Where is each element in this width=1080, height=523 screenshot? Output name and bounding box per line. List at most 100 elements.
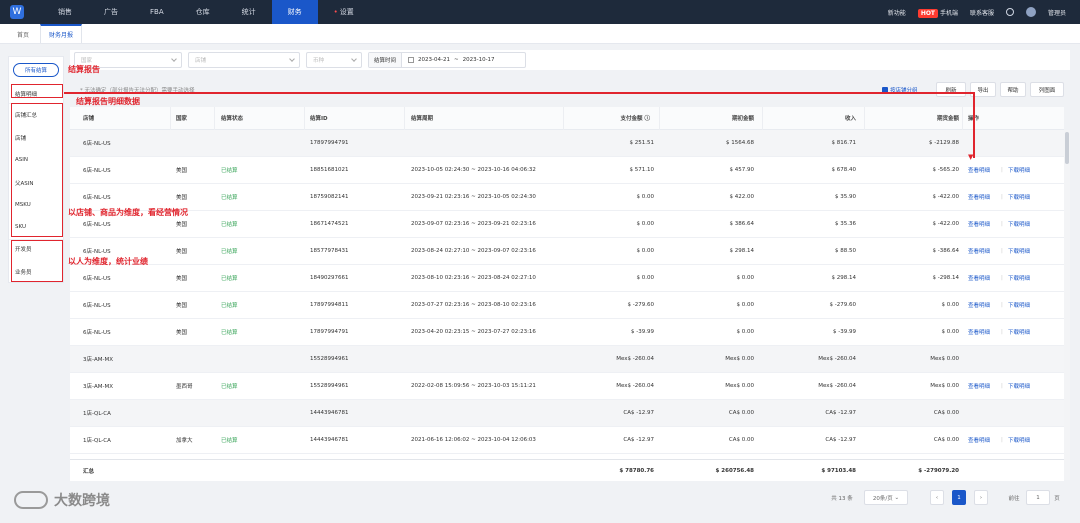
nav-item-finance[interactable]: 财务 <box>271 0 318 24</box>
scrollbar-thumb[interactable] <box>1065 132 1069 164</box>
cell-opening: $ 457.90 <box>729 167 755 173</box>
nav-item-ads[interactable]: 广告 <box>88 0 134 24</box>
menu-all-settlements[interactable]: 所有结算 <box>13 63 59 77</box>
view-detail-link[interactable]: 查看明细 <box>968 427 990 453</box>
annotation-people-dimension: 以人为维度，统计业绩 <box>68 257 148 266</box>
cell-income: Mex$ -260.04 <box>818 356 856 362</box>
table-row[interactable]: 1店-QL-CA 加拿大 已结算 14443946781 2021-06-16 12:0… <box>70 427 1064 454</box>
settlement-date-range[interactable]: 结算时间 2023-04-21 ~ 2023-10-17 <box>368 52 526 68</box>
cell-opening: $ 0.00 <box>736 275 755 281</box>
col-header-store[interactable]: 店铺 <box>83 107 94 129</box>
date-start[interactable]: 2023-04-21 <box>418 57 450 63</box>
goto-page-input[interactable]: 1 <box>1026 490 1050 505</box>
action-divider: | <box>1001 167 1003 173</box>
table-row[interactable]: 6店-NL-US 美国 已结算 18490297661 2023-08-10 02:23… <box>70 265 1064 292</box>
download-detail-link[interactable]: 下载明细 <box>1008 427 1030 453</box>
cell-income: CA$ -12.97 <box>825 437 856 443</box>
prev-page-button[interactable]: ‹ <box>930 490 944 505</box>
page-tabs: 首页 财务月报 <box>0 24 1080 44</box>
nav-item-stats[interactable]: 统计 <box>226 0 272 24</box>
cell-country: 美国 <box>176 276 188 282</box>
col-header-pay[interactable]: 支付金额 ⓘ <box>564 107 650 129</box>
cell-future: $ 0.00 <box>941 329 960 335</box>
download-detail-link[interactable]: 下载明细 <box>1008 157 1030 183</box>
cell-store: 6店-NL-US <box>83 276 111 282</box>
mobile-link[interactable]: HOT 手机端 <box>917 8 958 18</box>
currency-select[interactable]: 币种 <box>306 52 362 68</box>
view-detail-link[interactable]: 查看明细 <box>968 319 990 345</box>
table-row[interactable]: 3店-AM-MX 墨西哥 已结算 15528994961 2022-02-08 15:0… <box>70 373 1064 400</box>
cell-pay: $ 0.00 <box>636 275 655 281</box>
annotation-detail-data: 结算报告明细数据 <box>76 97 140 106</box>
cell-status: 已结算 <box>221 249 238 255</box>
cell-income: $ 88.50 <box>835 248 856 254</box>
table-row[interactable]: 6店-NL-US 美国 已结算 18759082141 2023-09-21 02:23… <box>70 184 1064 211</box>
view-detail-link[interactable]: 查看明细 <box>968 292 990 318</box>
date-end[interactable]: 2023-10-17 <box>463 57 495 63</box>
view-detail-link[interactable]: 查看明细 <box>968 373 990 399</box>
bell-icon[interactable] <box>1005 8 1014 16</box>
annotation-arrow-icon: ▼ <box>968 153 974 161</box>
table-row[interactable]: 6店-NL-US 美国 已结算 17897994811 2023-07-27 02:23… <box>70 292 1064 319</box>
col-header-country[interactable]: 国家 <box>176 107 187 129</box>
col-header-future[interactable]: 期货金额 <box>865 107 959 129</box>
download-detail-link[interactable]: 下载明细 <box>1008 211 1030 237</box>
table-row[interactable]: 6店-NL-US 美国 已结算 17897994791 2023-04-20 02:23… <box>70 319 1064 346</box>
col-header-status[interactable]: 结算状态 <box>221 107 243 129</box>
new-feature-link[interactable]: 新功能 <box>888 8 906 17</box>
avatar[interactable] <box>1025 7 1036 17</box>
table-row[interactable]: 1店-QL-CA 14443946781 CA$ -12.97 CA$ 0.00 CA$… <box>70 400 1064 427</box>
nav-item-settings[interactable]: • 设置 <box>318 0 370 24</box>
brand-name: 大数跨境 <box>54 493 110 509</box>
page-size-select[interactable]: 20条/页 ⌄ <box>864 490 908 505</box>
help-button[interactable]: 帮助 <box>1000 82 1026 97</box>
next-page-button[interactable]: › <box>974 490 988 505</box>
nav-item-warehouse[interactable]: 仓库 <box>180 0 226 24</box>
table-row[interactable]: 6店-NL-US 17897994791 $ 251.51 $ 1564.68 $ 81… <box>70 130 1064 157</box>
col-header-period[interactable]: 结算周期 <box>411 107 433 129</box>
download-detail-link[interactable]: 下载明细 <box>1008 184 1030 210</box>
contact-support-link[interactable]: 联系客服 <box>970 8 994 17</box>
col-header-income[interactable]: 收入 <box>763 107 856 129</box>
table-row[interactable]: 3店-AM-MX 15528994961 Mex$ -260.04 Mex$ 0.00… <box>70 346 1064 373</box>
refresh-button[interactable]: 刷新 <box>936 82 966 97</box>
cell-settlement-id: 17897994811 <box>310 302 349 308</box>
download-detail-link[interactable]: 下载明细 <box>1008 292 1030 318</box>
download-detail-link[interactable]: 下载明细 <box>1008 319 1030 345</box>
cell-income: $ 298.14 <box>831 275 857 281</box>
nav-item-sales[interactable]: 销售 <box>42 0 88 24</box>
view-detail-link[interactable]: 查看明细 <box>968 184 990 210</box>
download-detail-link[interactable]: 下载明细 <box>1008 265 1030 291</box>
tab-finance-monthly[interactable]: 财务月报 <box>40 24 83 43</box>
user-name[interactable]: 管理员 <box>1048 8 1066 17</box>
help-circle-icon[interactable]: ⓘ <box>644 114 650 122</box>
cell-pay: CA$ -12.97 <box>623 437 654 443</box>
store-select[interactable]: 店铺 <box>188 52 300 68</box>
table-row[interactable]: 6店-NL-US 美国 已结算 18577978431 2023-08-24 02:27… <box>70 238 1064 265</box>
col-header-opening[interactable]: 期初金额 <box>660 107 754 129</box>
nav-right-area: 新功能 HOT 手机端 联系客服 管理员 <box>888 7 1080 18</box>
app-logo[interactable]: W <box>10 5 24 19</box>
cell-settlement-id: 18851681021 <box>310 167 349 173</box>
col-header-settlement-id[interactable]: 结算ID <box>310 107 328 129</box>
cell-pay: $ -279.60 <box>627 302 654 308</box>
view-detail-link[interactable]: 查看明细 <box>968 238 990 264</box>
column-settings-button[interactable]: 列图面 <box>1030 82 1064 97</box>
column-divider <box>170 107 171 130</box>
view-detail-link[interactable]: 查看明细 <box>968 211 990 237</box>
page-number-current[interactable]: 1 <box>952 490 966 505</box>
cell-opening: $ 422.00 <box>729 194 755 200</box>
pagination: 共 13 条 20条/页 ⌄ ‹ 1 › 前往 1 页 <box>70 487 1064 509</box>
cell-future: $ -422.00 <box>932 221 959 227</box>
download-detail-link[interactable]: 下载明细 <box>1008 238 1030 264</box>
cell-period: 2023-07-27 02:23:16 ~ 2023-08-10 02:23:1… <box>411 302 536 308</box>
action-divider: | <box>1001 302 1003 308</box>
tab-home[interactable]: 首页 <box>8 25 38 43</box>
table-row[interactable]: 6店-NL-US 美国 已结算 18851681021 2023-10-05 02:24… <box>70 157 1064 184</box>
date-separator: ~ <box>453 57 459 63</box>
view-detail-link[interactable]: 查看明细 <box>968 265 990 291</box>
table-scrollbar[interactable] <box>1064 130 1070 480</box>
table-row[interactable]: 6店-NL-US 美国 已结算 18671474521 2023-09-07 02:23… <box>70 211 1064 238</box>
download-detail-link[interactable]: 下载明细 <box>1008 373 1030 399</box>
nav-item-fba[interactable]: FBA <box>134 0 180 24</box>
